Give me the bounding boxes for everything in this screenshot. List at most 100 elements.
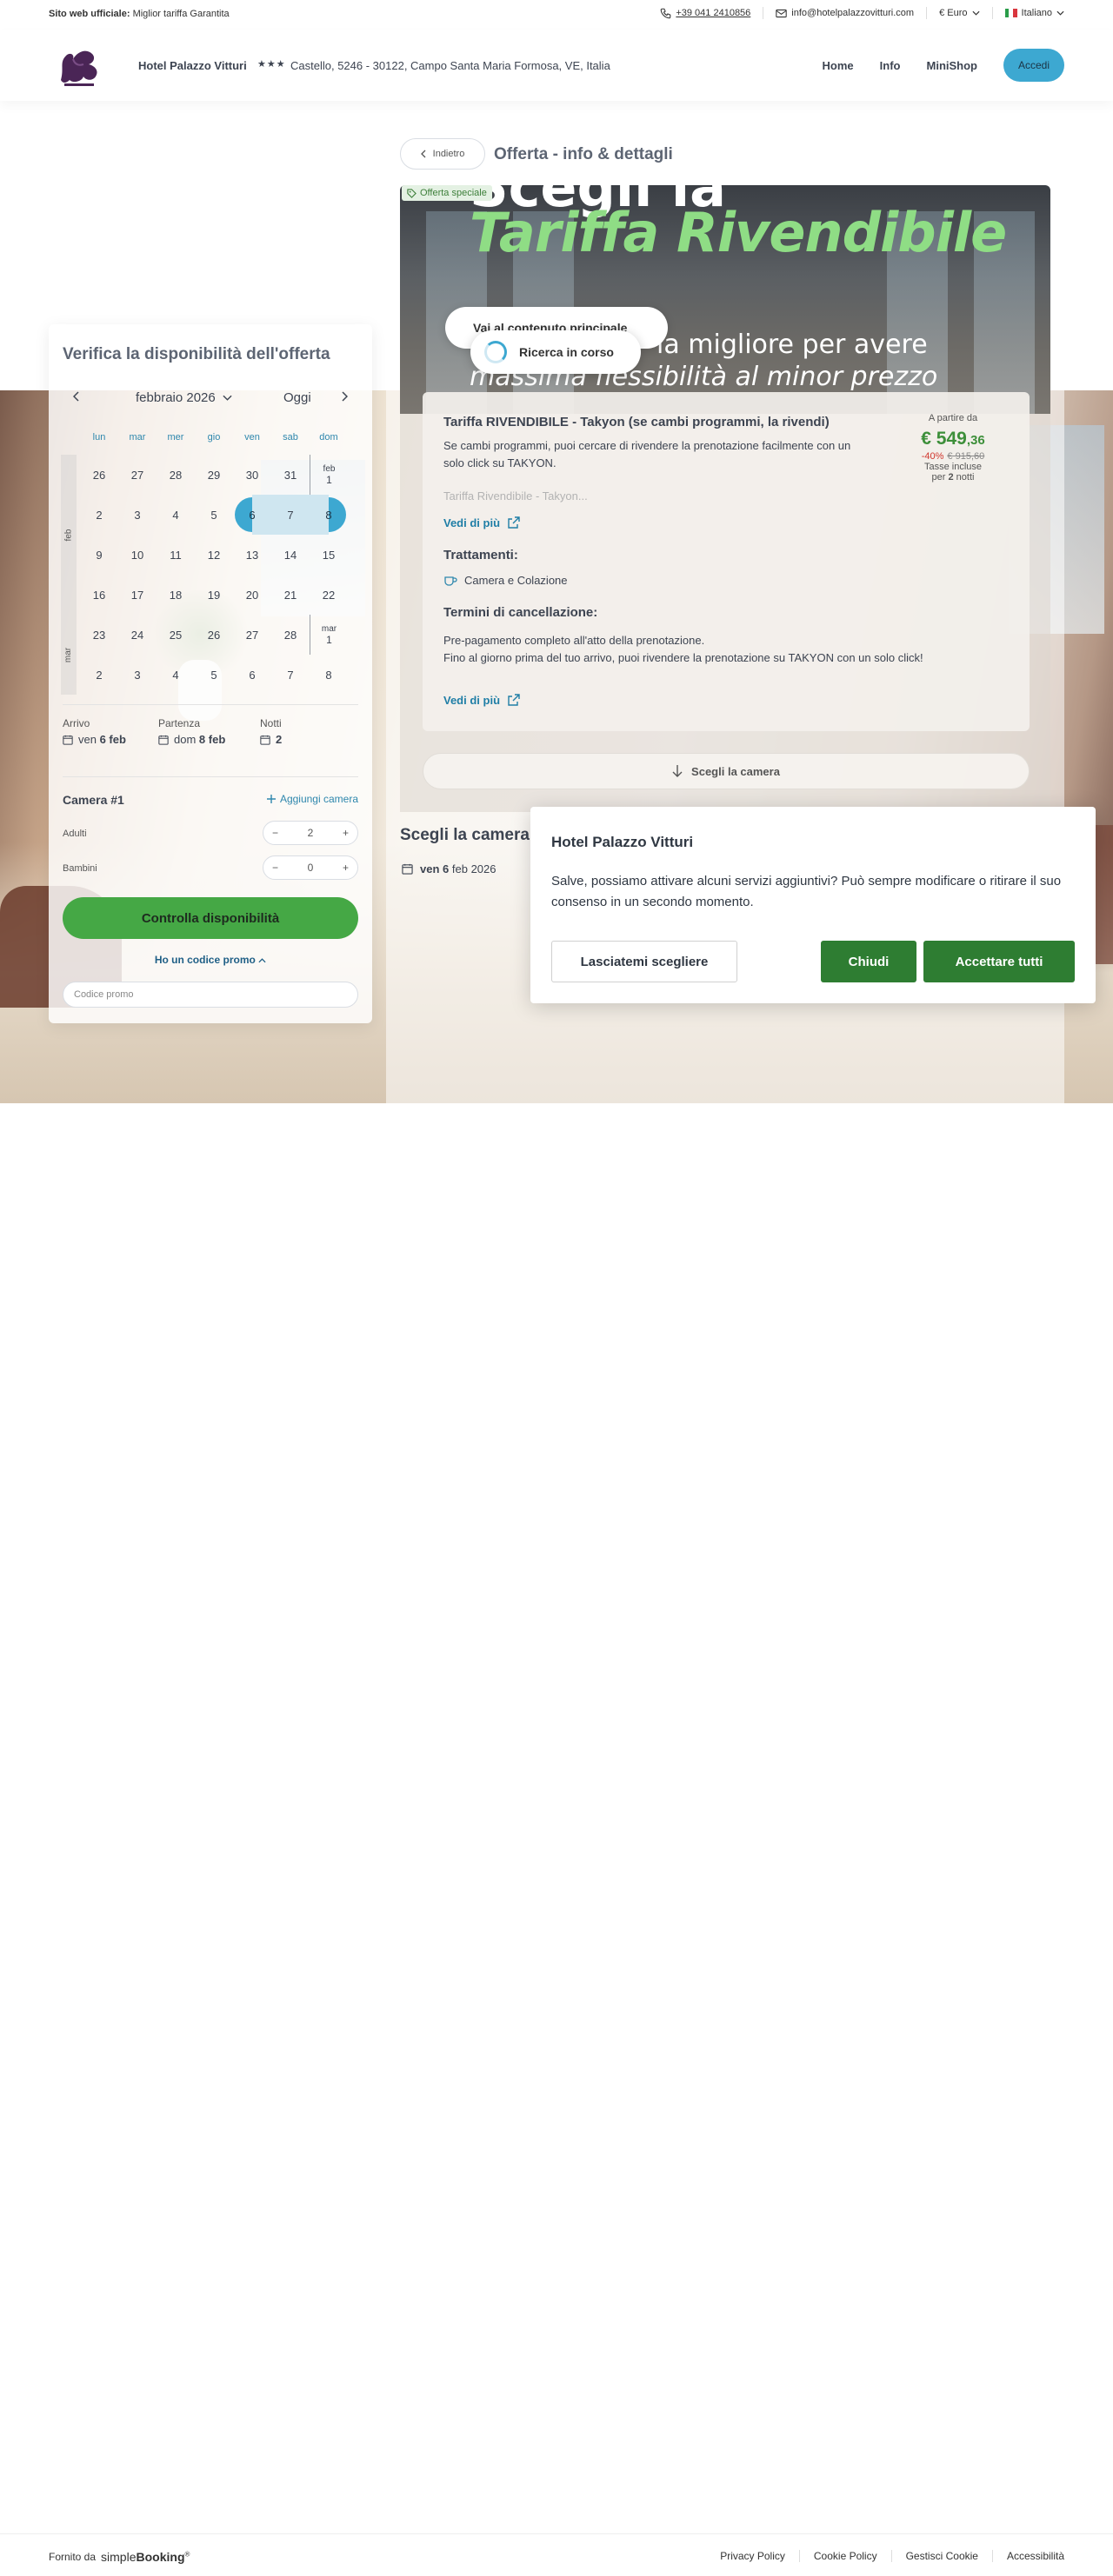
calendar-day[interactable]: 5 — [195, 495, 233, 535]
promo-code-toggle[interactable]: Ho un codice promo — [49, 954, 372, 966]
calendar-day[interactable]: 17 — [118, 575, 157, 615]
language-select[interactable]: Italiano — [1004, 8, 1064, 18]
calendar-day[interactable]: 2 — [80, 495, 118, 535]
choose-room-button[interactable]: Scegli la camera — [423, 753, 1030, 789]
calendar-day[interactable]: 16 — [80, 575, 118, 615]
chevron-down-icon — [972, 10, 980, 16]
calendar-day[interactable]: 22 — [310, 575, 348, 615]
calendar-day[interactable]: 27 — [233, 615, 271, 655]
plus-icon[interactable]: + — [343, 827, 349, 839]
divider — [991, 2550, 993, 2562]
calendar-day[interactable]: 12 — [195, 535, 233, 575]
chevron-left-icon — [420, 150, 426, 158]
taxes-note: Tasse incluse — [923, 462, 983, 472]
calendar-day[interactable]: 8 — [310, 655, 348, 695]
calendar-day[interactable]: 14 — [271, 535, 310, 575]
calendar-day[interactable]: 25 — [157, 615, 195, 655]
calendar-day-selected-departure[interactable]: 8 — [310, 495, 348, 535]
external-link-icon — [508, 516, 520, 529]
calendar-day[interactable]: feb 1 — [310, 455, 348, 495]
nav-info[interactable]: Info — [880, 59, 901, 72]
treatment-item: Camera e Colazione — [443, 572, 568, 589]
accept-all-button[interactable]: Accettare tutti — [923, 941, 1075, 982]
offer-banner-image: Scegli la Tariffa Rivendibile la miglior… — [400, 185, 1050, 414]
calendar-day[interactable]: 4 — [157, 655, 195, 695]
divider — [890, 2550, 892, 2562]
calendar-day[interactable]: 3 — [118, 495, 157, 535]
special-offer-label: Offerta speciale — [420, 188, 487, 198]
calendar-day[interactable]: 29 — [195, 455, 233, 495]
cookie-consent-dialog: Hotel Palazzo Vitturi Salve, possiamo at… — [530, 807, 1096, 1003]
calendar-day[interactable]: 24 — [118, 615, 157, 655]
calendar-day[interactable]: 13 — [233, 535, 271, 575]
login-button[interactable]: Accedi — [1003, 49, 1064, 82]
calendar-day[interactable]: 10 — [118, 535, 157, 575]
cookie-policy-link[interactable]: Cookie Policy — [814, 2550, 877, 2562]
simplebooking-logo[interactable]: simpleBooking® — [101, 2550, 190, 2564]
arrival-field[interactable]: Arrivo ven 6 feb — [63, 717, 126, 746]
back-label: Indietro — [432, 149, 465, 159]
calendar-day-selected-arrival[interactable]: 6 — [233, 495, 271, 535]
offer-title: Tariffa RIVENDIBILE - Takyon (se cambi p… — [443, 415, 830, 429]
promo-code-input[interactable]: Codice promo — [63, 982, 358, 1008]
let-me-choose-button[interactable]: Lasciatemi scegliere — [551, 941, 737, 982]
special-offer-badge: Offerta speciale — [402, 185, 492, 201]
calendar-day[interactable]: 26 — [195, 615, 233, 655]
month-select[interactable]: febbraio 2026 — [136, 390, 232, 405]
calendar-day[interactable]: 7 — [271, 655, 310, 695]
calendar-day[interactable]: mar 1 — [310, 615, 348, 655]
calendar-day[interactable]: 26 — [80, 455, 118, 495]
see-more-cancellation-link[interactable]: Vedi di più — [443, 693, 521, 707]
calendar-day[interactable]: 30 — [233, 455, 271, 495]
see-more-description-link[interactable]: Vedi di più — [443, 516, 521, 529]
minus-icon[interactable]: − — [272, 862, 278, 874]
check-availability-button[interactable]: Controlla disponibilità — [63, 897, 358, 939]
phone-link[interactable]: +39 041 2410856 — [660, 8, 750, 19]
month-side-label-mar: mar — [61, 615, 77, 695]
nav-minishop[interactable]: MiniShop — [927, 59, 978, 72]
currency-select[interactable]: € Euro — [939, 8, 980, 18]
next-month-button[interactable] — [341, 390, 349, 405]
hotel-logo[interactable] — [52, 42, 106, 89]
back-button[interactable]: Indietro — [400, 138, 485, 170]
calendar-day[interactable]: 15 — [310, 535, 348, 575]
calendar-day[interactable]: 2 — [80, 655, 118, 695]
today-button[interactable]: Oggi — [283, 390, 311, 405]
calendar-day[interactable]: 4 — [157, 495, 195, 535]
calendar-week: 26 27 28 29 30 31 feb 1 — [80, 455, 348, 495]
calendar-day[interactable]: 6 — [233, 655, 271, 695]
minus-icon[interactable]: − — [272, 827, 278, 839]
calendar-day[interactable]: 27 — [118, 455, 157, 495]
language-label: Italiano — [1021, 8, 1052, 18]
accessibility-link[interactable]: Accessibilità — [1007, 2550, 1064, 2562]
add-room-button[interactable]: Aggiungi camera — [266, 793, 358, 805]
previous-month-button[interactable] — [72, 390, 80, 405]
children-stepper: − 0 + — [263, 855, 358, 880]
official-text: Miglior tariffa Garantita — [132, 9, 230, 19]
coffee-cup-icon — [444, 576, 457, 586]
calendar-day[interactable]: 9 — [80, 535, 118, 575]
plus-icon[interactable]: + — [343, 862, 349, 874]
manage-cookies-link[interactable]: Gestisci Cookie — [906, 2550, 978, 2562]
calendar-day[interactable]: 5 — [195, 655, 233, 695]
cancellation-heading: Termini di cancellazione: — [443, 605, 598, 620]
calendar-day[interactable]: 20 — [233, 575, 271, 615]
close-button[interactable]: Chiudi — [821, 941, 916, 982]
calendar-day[interactable]: 28 — [157, 455, 195, 495]
calendar-day[interactable]: 23 — [80, 615, 118, 655]
month-side-label-feb: feb — [61, 455, 77, 615]
calendar-day[interactable]: 31 — [271, 455, 310, 495]
email-link[interactable]: info@hotelpalazzovitturi.com — [776, 8, 914, 18]
calendar-day[interactable]: 11 — [157, 535, 195, 575]
nav-home[interactable]: Home — [823, 59, 854, 72]
calendar-day[interactable]: 3 — [118, 655, 157, 695]
calendar-day-in-range[interactable]: 7 — [271, 495, 310, 535]
calendar-day[interactable]: 19 — [195, 575, 233, 615]
calendar-day[interactable]: 28 — [271, 615, 310, 655]
privacy-policy-link[interactable]: Privacy Policy — [720, 2550, 785, 2562]
calendar-day[interactable]: 18 — [157, 575, 195, 615]
departure-field[interactable]: Partenza dom 8 feb — [158, 717, 225, 746]
chevron-down-icon — [223, 395, 232, 401]
calendar-day[interactable]: 21 — [271, 575, 310, 615]
calendar-week: 9 10 11 12 13 14 15 — [80, 535, 348, 575]
